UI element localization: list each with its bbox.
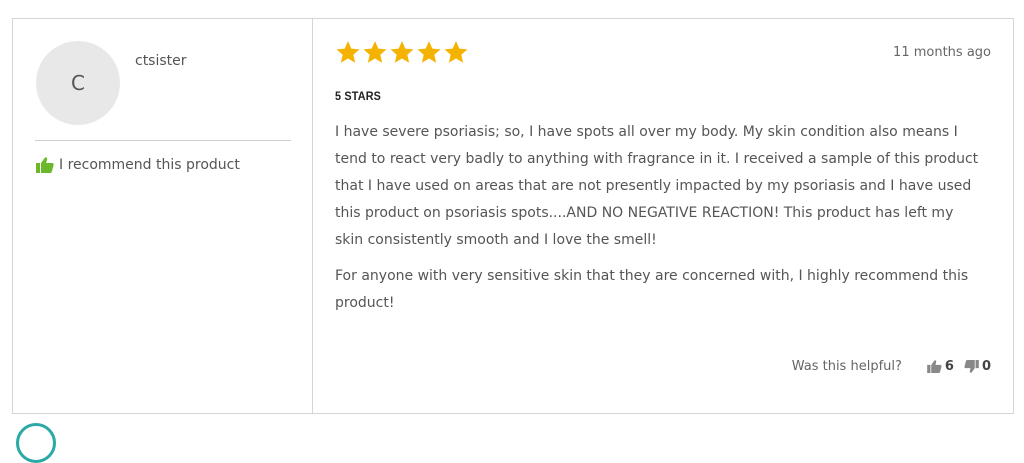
helpful-votes: Was this helpful? 6 0 — [792, 359, 991, 374]
star-icon — [444, 41, 468, 63]
helpful-yes-count: 6 — [944, 359, 954, 374]
helpful-no-count: 0 — [981, 359, 991, 374]
review-body: I have severe psoriasis; so, I have spot… — [335, 119, 985, 326]
reviewer-username[interactable]: ctsister — [135, 53, 187, 69]
review-title: 5 STARS — [335, 89, 382, 103]
thumbs-up-icon — [927, 360, 942, 373]
recommend-text: I recommend this product — [59, 157, 240, 173]
avatar: C — [36, 41, 120, 125]
helpful-label: Was this helpful? — [791, 359, 902, 374]
helpful-yes-button[interactable]: 6 — [927, 359, 954, 374]
star-icon — [363, 41, 387, 63]
avatar-initial: C — [71, 71, 85, 95]
review-date: 11 months ago — [893, 45, 991, 60]
star-icon — [390, 41, 414, 63]
recommend-badge: I recommend this product — [36, 157, 240, 173]
star-icon — [417, 41, 441, 63]
thumbs-up-icon — [36, 157, 54, 173]
review-paragraph: For anyone with very sensitive skin that… — [335, 268, 969, 311]
review-card: C ctsister I recommend this product 11 m… — [12, 18, 1014, 414]
star-icon — [336, 41, 360, 63]
thumbs-down-icon — [964, 360, 979, 373]
reviewer-panel: C ctsister I recommend this product — [13, 19, 313, 413]
next-avatar-peek — [16, 423, 56, 463]
star-rating — [335, 39, 469, 65]
review-content: 11 months ago 5 STARS I have severe psor… — [313, 19, 1013, 413]
divider — [35, 140, 291, 141]
review-paragraph: I have severe psoriasis; so, I have spot… — [335, 124, 979, 248]
helpful-no-button[interactable]: 0 — [964, 359, 991, 374]
